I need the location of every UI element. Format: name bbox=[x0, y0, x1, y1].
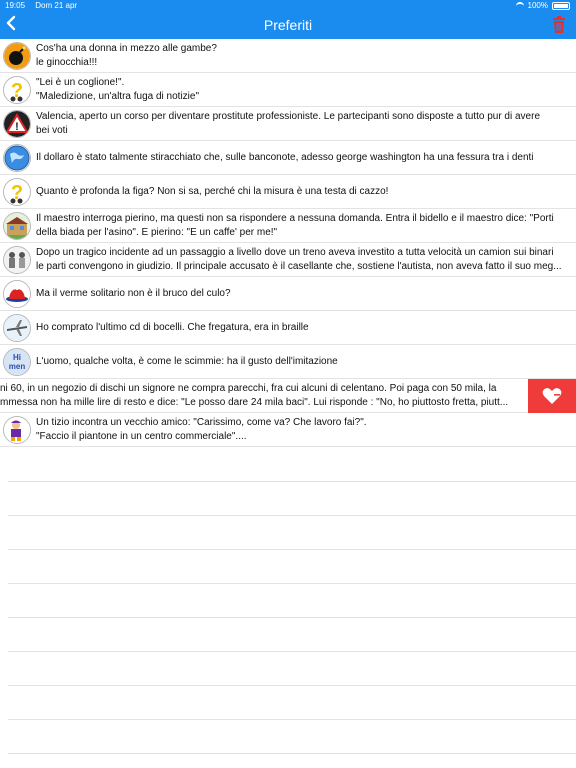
joke-text: Quanto è profonda la figa? Non si sa, pe… bbox=[36, 185, 568, 199]
joke-text: Il dollaro è stato talmente stiracchiato… bbox=[36, 151, 568, 165]
status-time: 19:05 bbox=[5, 1, 26, 10]
bomb-icon bbox=[3, 42, 31, 70]
empty-row-separator bbox=[8, 617, 576, 618]
joke-text: Ma il verme solitario non è il bruco del… bbox=[36, 287, 568, 301]
wifi-icon bbox=[515, 1, 524, 10]
navigation-bar: Preferiti bbox=[0, 12, 576, 39]
joke-text-line: Il maestro interroga pierino, ma questi … bbox=[36, 213, 554, 224]
joke-text-line: bei voti bbox=[36, 124, 68, 136]
character-icon bbox=[3, 416, 31, 444]
joke-text-line: "Lei è un coglione!". bbox=[36, 77, 125, 88]
joke-text-line: Quanto è profonda la figa? Non si sa, pe… bbox=[36, 186, 389, 197]
empty-row-separator bbox=[8, 549, 576, 550]
men-badge-icon: Hi men bbox=[3, 348, 31, 376]
joke-text: Il maestro interroga pierino, ma questi … bbox=[36, 212, 568, 239]
joke-text-line: le parti convengono in giudizio. Il prin… bbox=[36, 260, 562, 272]
joke-text-line: Il dollaro è stato talmente stiracchiato… bbox=[36, 152, 534, 163]
list-item[interactable]: ni 60, in un negozio di dischi un signor… bbox=[0, 379, 576, 413]
empty-row-separator bbox=[8, 685, 576, 686]
empty-row-separator bbox=[8, 753, 576, 754]
joke-text-line: "Maledizione, un'altra fuga di notizie" bbox=[36, 90, 199, 102]
list-item[interactable]: Il maestro interroga pierino, ma questi … bbox=[0, 209, 576, 243]
hat-icon bbox=[3, 280, 31, 308]
joke-text-line: "Faccio il piantone in un centro commerc… bbox=[36, 430, 247, 442]
list-item[interactable]: ! Valencia, aperto un corso per diventare… bbox=[0, 107, 576, 141]
delete-button[interactable] bbox=[552, 16, 566, 34]
joke-text-line: L'uomo, qualche volta, è come le scimmie… bbox=[36, 356, 338, 367]
warning-sign-icon: ! bbox=[3, 110, 31, 138]
joke-text: Valencia, aperto un corso per diventare … bbox=[36, 110, 568, 137]
empty-row-separator bbox=[8, 515, 576, 516]
list-item[interactable]: Ho comprato l'ultimo cd di bocelli. Che … bbox=[0, 311, 576, 345]
list-item[interactable]: Ma il verme solitario non è il bruco del… bbox=[0, 277, 576, 311]
joke-text-line: le ginocchia!!! bbox=[36, 56, 98, 68]
list-item[interactable]: Hi men L'uomo, qualche volta, è come le sc… bbox=[0, 345, 576, 379]
joke-text-line: Cos'ha una donna in mezzo alle gambe? bbox=[36, 43, 217, 54]
joke-text-line: Ho comprato l'ultimo cd di bocelli. Che … bbox=[36, 322, 309, 333]
joke-text: Dopo un tragico incidente ad un passaggi… bbox=[36, 246, 568, 273]
empty-row-separator bbox=[8, 583, 576, 584]
list-item[interactable]: Un tizio incontra un vecchio amico: "Car… bbox=[0, 413, 576, 447]
joke-text-line: mmessa non ha mille lire di resto e dice… bbox=[0, 396, 509, 408]
joke-text: L'uomo, qualche volta, è come le scimmie… bbox=[36, 355, 568, 369]
list-item[interactable]: Dopo un tragico incidente ad un passaggi… bbox=[0, 243, 576, 277]
svg-text:!: ! bbox=[15, 121, 19, 133]
remove-favorite-button[interactable] bbox=[528, 379, 576, 413]
question-icon: ? bbox=[3, 178, 31, 206]
school-icon bbox=[3, 212, 31, 240]
question-icon: ? bbox=[3, 76, 31, 104]
svg-text:Hi: Hi bbox=[13, 353, 21, 362]
empty-row-separator bbox=[8, 651, 576, 652]
joke-text-line: Ma il verme solitario non è il bruco del… bbox=[36, 288, 231, 299]
joke-text-line: Valencia, aperto un corso per diventare … bbox=[36, 111, 541, 122]
joke-text: Un tizio incontra un vecchio amico: "Car… bbox=[36, 416, 568, 443]
joke-text-line: della biada per l'asino". E pierino: "E … bbox=[36, 226, 278, 238]
joke-text-line: Dopo un tragico incidente ad un passaggi… bbox=[36, 247, 554, 258]
page-title: Preferiti bbox=[263, 17, 313, 33]
list-item[interactable]: ? "Lei è un coglione!". "Maledizione, un'a… bbox=[0, 73, 576, 107]
joke-text: "Lei è un coglione!". "Maledizione, un'al… bbox=[36, 76, 568, 103]
svg-text:men: men bbox=[9, 362, 26, 371]
joke-text-line: ni 60, in un negozio di dischi un signor… bbox=[0, 383, 497, 394]
list-item[interactable]: Il dollaro è stato talmente stiracchiato… bbox=[0, 141, 576, 175]
battery-icon bbox=[552, 1, 570, 10]
joke-text-line: Un tizio incontra un vecchio amico: "Car… bbox=[36, 417, 367, 428]
list-item[interactable]: ? Quanto è profonda la figa? Non si sa, p… bbox=[0, 175, 576, 209]
trash-icon bbox=[553, 16, 565, 33]
empty-row-separator bbox=[8, 719, 576, 720]
joke-text: Ho comprato l'ultimo cd di bocelli. Che … bbox=[36, 321, 568, 335]
airplane-icon bbox=[3, 314, 31, 342]
joke-text: Cos'ha una donna in mezzo alle gambe? le… bbox=[36, 42, 568, 69]
battery-percent: 100% bbox=[527, 1, 548, 10]
heart-minus-icon bbox=[542, 388, 562, 404]
people-icon bbox=[3, 246, 31, 274]
list-item[interactable]: Cos'ha una donna in mezzo alle gambe? le… bbox=[0, 39, 576, 73]
status-bar: 19:05 Dom 21 apr 100% bbox=[0, 0, 576, 12]
globe-icon bbox=[3, 144, 31, 172]
joke-text: ni 60, in un negozio di dischi un signor… bbox=[0, 382, 526, 409]
empty-row-separator bbox=[8, 481, 576, 482]
status-date: Dom 21 apr bbox=[35, 1, 78, 10]
